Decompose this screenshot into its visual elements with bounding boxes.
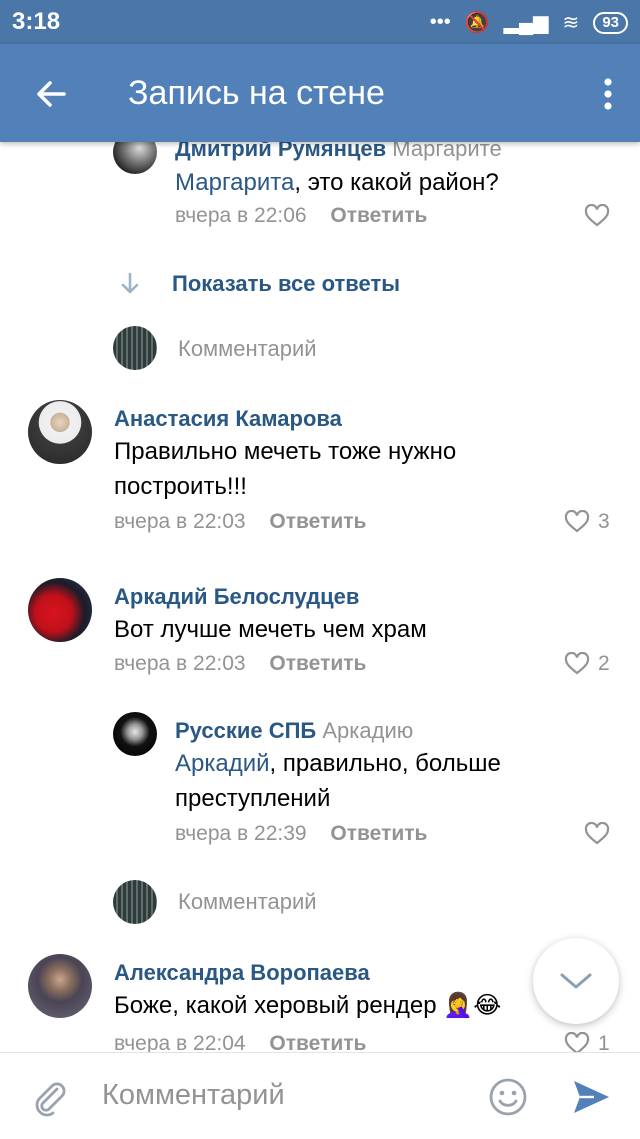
comments-feed[interactable]: Дмитрий Румянцев Маргарите Маргарита, эт…: [0, 142, 640, 1052]
comment-input[interactable]: Комментарий: [102, 1079, 285, 1112]
comment-time: вчера в 22:03: [114, 652, 246, 675]
arrow-down-icon: [121, 272, 139, 294]
comment-author[interactable]: Аркадий Белослудцев: [114, 584, 359, 610]
avatar[interactable]: [113, 142, 157, 174]
avatar[interactable]: [113, 712, 157, 756]
like-button[interactable]: 2: [564, 652, 610, 676]
comment-time: вчера в 22:03: [114, 510, 246, 533]
send-icon[interactable]: [570, 1077, 612, 1117]
comment-author[interactable]: Русские СПБ Аркадию: [175, 718, 413, 744]
heart-icon: [564, 652, 590, 675]
like-count: 1: [598, 1032, 610, 1052]
comment-text-line: Правильно мечеть тоже нужно: [114, 438, 457, 465]
mention-link[interactable]: Маргарита: [175, 169, 294, 196]
app-toolbar: Запись на стене: [0, 44, 640, 142]
comment-time: вчера в 22:04: [114, 1032, 246, 1052]
comment-text: Боже, какой херовый рендер 🤦‍♀️😂: [114, 988, 501, 1023]
comment-author[interactable]: Александра Воропаева: [114, 960, 370, 986]
avatar[interactable]: [28, 954, 92, 1018]
comment-text: Правильно мечеть тоже нужно построить!!!: [114, 434, 456, 504]
heart-icon: [564, 510, 590, 533]
comment-time: вчера в 22:39: [175, 822, 307, 845]
paperclip-icon[interactable]: [30, 1077, 68, 1117]
reply-button[interactable]: Ответить: [269, 510, 366, 533]
mention-link[interactable]: Аркадий: [175, 750, 270, 777]
heart-icon: [584, 822, 610, 845]
avatar: [113, 326, 157, 370]
comment-meta: вчера в 22:39 Ответить: [175, 822, 427, 846]
comment-text-body: , это какой район?: [294, 169, 499, 196]
scroll-down-button[interactable]: [533, 938, 619, 1024]
comment-meta: вчера в 22:06 Ответить: [175, 204, 427, 228]
comment-author[interactable]: Дмитрий Румянцев Маргарите: [175, 142, 502, 162]
wifi-icon: ≋: [562, 12, 580, 34]
comment-text-line: преступлений: [175, 785, 331, 812]
avatar[interactable]: [28, 578, 92, 642]
status-bar: 3:18 ••• 🔕 ▂▄▆ ≋ 93: [0, 0, 640, 44]
reply-to-name: Аркадию: [322, 718, 414, 743]
comment-input-placeholder[interactable]: Комментарий: [178, 889, 317, 915]
comment-meta: вчера в 22:03 Ответить: [114, 652, 366, 676]
laughing-emoji-icon: 😂: [473, 992, 502, 1019]
like-button[interactable]: 1: [564, 1032, 610, 1052]
comment-author[interactable]: Анастасия Камарова: [114, 406, 342, 432]
facepalm-emoji-icon: 🤦‍♀️: [443, 992, 474, 1019]
like-button[interactable]: 3: [564, 510, 610, 534]
avatar[interactable]: [28, 400, 92, 464]
comment-text: Маргарита, это какой район?: [175, 165, 499, 200]
like-button[interactable]: [584, 204, 618, 228]
signal-icon: ▂▄▆: [503, 12, 549, 34]
show-all-replies-label[interactable]: Показать все ответы: [172, 271, 400, 297]
comment-text-body: Боже, какой херовый рендер: [114, 992, 437, 1019]
comment-input-placeholder[interactable]: Комментарий: [178, 336, 317, 362]
like-count: 2: [598, 652, 610, 675]
reply-to-name: Маргарите: [392, 142, 502, 161]
avatar: [113, 880, 157, 924]
like-count: 3: [598, 510, 610, 533]
show-all-replies-button[interactable]: Показать все ответы: [118, 270, 400, 298]
chevron-down-icon: [560, 973, 592, 989]
back-arrow-icon[interactable]: [30, 72, 74, 116]
comment-meta: вчера в 22:03 Ответить: [114, 510, 366, 534]
reply-button[interactable]: Ответить: [269, 652, 366, 675]
comment-compose-bar: Комментарий: [0, 1052, 640, 1139]
smiley-icon[interactable]: [488, 1077, 528, 1117]
like-button[interactable]: [584, 822, 618, 846]
comment-text-line: построить!!!: [114, 473, 247, 500]
reply-button[interactable]: Ответить: [269, 1032, 366, 1052]
comment-text: Вот лучше мечеть чем храм: [114, 616, 427, 643]
reply-button[interactable]: Ответить: [330, 822, 427, 845]
status-time: 3:18: [12, 8, 61, 35]
more-vertical-icon[interactable]: [598, 72, 618, 116]
comment-text: Аркадий, правильно, больше преступлений: [175, 746, 501, 816]
comment-time: вчера в 22:06: [175, 204, 307, 227]
heart-icon: [564, 1032, 590, 1052]
reply-button[interactable]: Ответить: [330, 204, 427, 227]
author-name[interactable]: Дмитрий Румянцев: [175, 142, 386, 161]
battery-indicator: 93: [593, 11, 628, 34]
heart-icon: [584, 204, 610, 227]
comment-text-body: , правильно, больше: [269, 750, 501, 777]
mute-icon: 🔕: [464, 12, 490, 34]
status-icons: ••• 🔕 ▂▄▆ ≋ 93: [430, 10, 628, 35]
more-dots-icon: •••: [429, 11, 451, 33]
page-title: Запись на стене: [128, 74, 385, 112]
author-name[interactable]: Русские СПБ: [175, 718, 316, 743]
comment-meta: вчера в 22:04 Ответить: [114, 1032, 366, 1052]
